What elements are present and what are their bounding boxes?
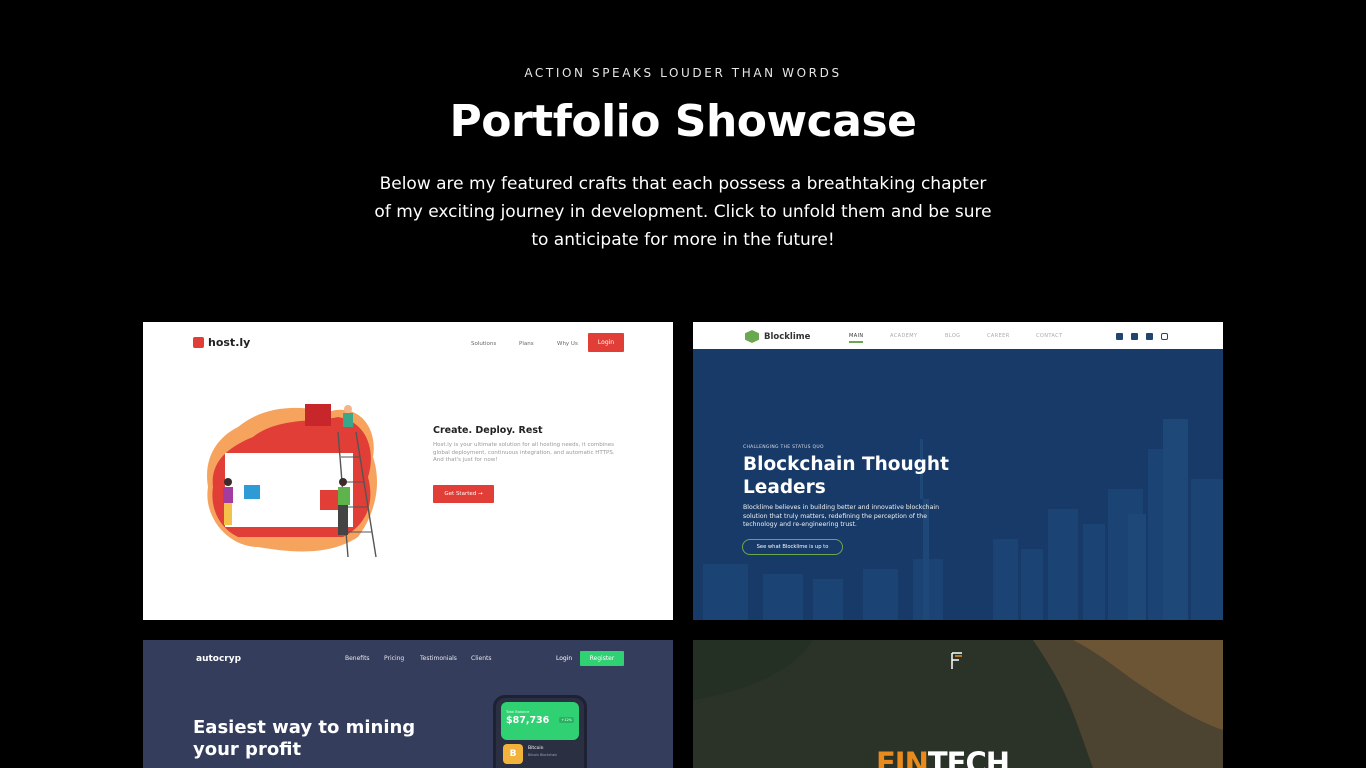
hostly-nav-whyus: Why Us xyxy=(557,341,578,347)
hostly-nav-solutions: Solutions xyxy=(471,341,497,347)
blocklime-nav-main: MAIN xyxy=(849,333,864,339)
blocklime-nav-career: CAREER xyxy=(987,333,1010,339)
blocklime-description: Blocklime believes in building better an… xyxy=(743,504,940,528)
blocklime-cta-button: See what Blocklime is up to xyxy=(742,539,843,555)
blocklime-nav-academy: ACADEMY xyxy=(890,333,918,339)
twitter-icon xyxy=(1146,333,1153,340)
phone-balance-panel: Total Balance $87,736 +12% xyxy=(501,702,579,740)
puzzle-illustration xyxy=(207,404,378,558)
portfolio-card-fintech[interactable]: FINTECH xyxy=(693,640,1223,768)
blocklime-logo-text: Blocklime xyxy=(764,331,811,342)
hostly-logo-icon xyxy=(193,337,204,348)
fintech-title-rest: TECH xyxy=(927,746,1010,768)
blocklime-heading: Blockchain Thought Leaders xyxy=(743,454,949,498)
section-description: Below are my featured crafts that each p… xyxy=(374,174,992,250)
autocryp-heading: Easiest way to mining your profit xyxy=(193,717,416,760)
autocryp-register-button: Register xyxy=(580,651,624,666)
autocryp-nav-benefits: Benefits xyxy=(345,655,370,662)
instagram-icon xyxy=(1161,333,1168,340)
autocryp-nav-pricing: Pricing xyxy=(384,655,405,662)
fintech-title: FINTECH xyxy=(876,746,1010,768)
bitcoin-icon: B xyxy=(503,744,523,764)
autocryp-logo: autocryp xyxy=(196,654,242,664)
portfolio-card-hostly[interactable]: host.ly Solutions Plans Why Us Login Cre… xyxy=(143,322,673,620)
balance-value: $87,736 xyxy=(506,715,550,726)
autocryp-nav-testimonials: Testimonials xyxy=(420,655,457,662)
page-title: Portfolio Showcase xyxy=(449,96,918,147)
coin-subtitle: Bitcoin Blockchain xyxy=(528,753,558,757)
blocklime-nav-blog: BLOG xyxy=(945,333,961,339)
linkedin-icon xyxy=(1131,333,1138,340)
section-eyebrow: ACTION SPEAKS LOUDER THAN WORDS xyxy=(524,66,842,80)
balance-change-badge: +12% xyxy=(559,717,574,723)
blocklime-eyebrow: CHALLENGING THE STATUS QUO xyxy=(743,445,824,450)
portfolio-card-blocklime[interactable]: Blocklime MAIN ACADEMY BLOG CAREER CONTA… xyxy=(693,322,1223,620)
hostly-logo-text: host.ly xyxy=(208,336,251,349)
facebook-icon xyxy=(1116,333,1123,340)
hostly-logo: host.ly xyxy=(193,336,250,349)
blocklime-cube-icon xyxy=(745,330,759,343)
hostly-get-started-button: Get Started → xyxy=(433,485,494,503)
blocklime-nav-contact: CONTACT xyxy=(1036,333,1063,339)
coin-name: Bitcoin xyxy=(528,746,544,751)
hostly-login-button: Login xyxy=(588,333,624,352)
balance-label: Total Balance xyxy=(506,710,530,714)
fintech-logo-icon xyxy=(951,652,962,669)
hostly-nav-plans: Plans xyxy=(519,341,534,347)
blocklime-nav-active-indicator xyxy=(849,341,863,343)
portfolio-card-autocryp[interactable]: autocryp Benefits Pricing Testimonials C… xyxy=(143,640,673,768)
autocryp-login-link: Login xyxy=(556,655,573,662)
autocryp-nav-clients: Clients xyxy=(471,655,492,662)
blocklime-logo: Blocklime xyxy=(745,330,810,343)
hostly-description: Host.ly is your ultimate solution for al… xyxy=(433,442,615,463)
phone-mockup: Total Balance $87,736 +12% B Bitcoin Bit… xyxy=(493,695,587,768)
hostly-heading: Create. Deploy. Rest xyxy=(433,425,543,436)
fintech-title-accent: FIN xyxy=(876,746,929,768)
